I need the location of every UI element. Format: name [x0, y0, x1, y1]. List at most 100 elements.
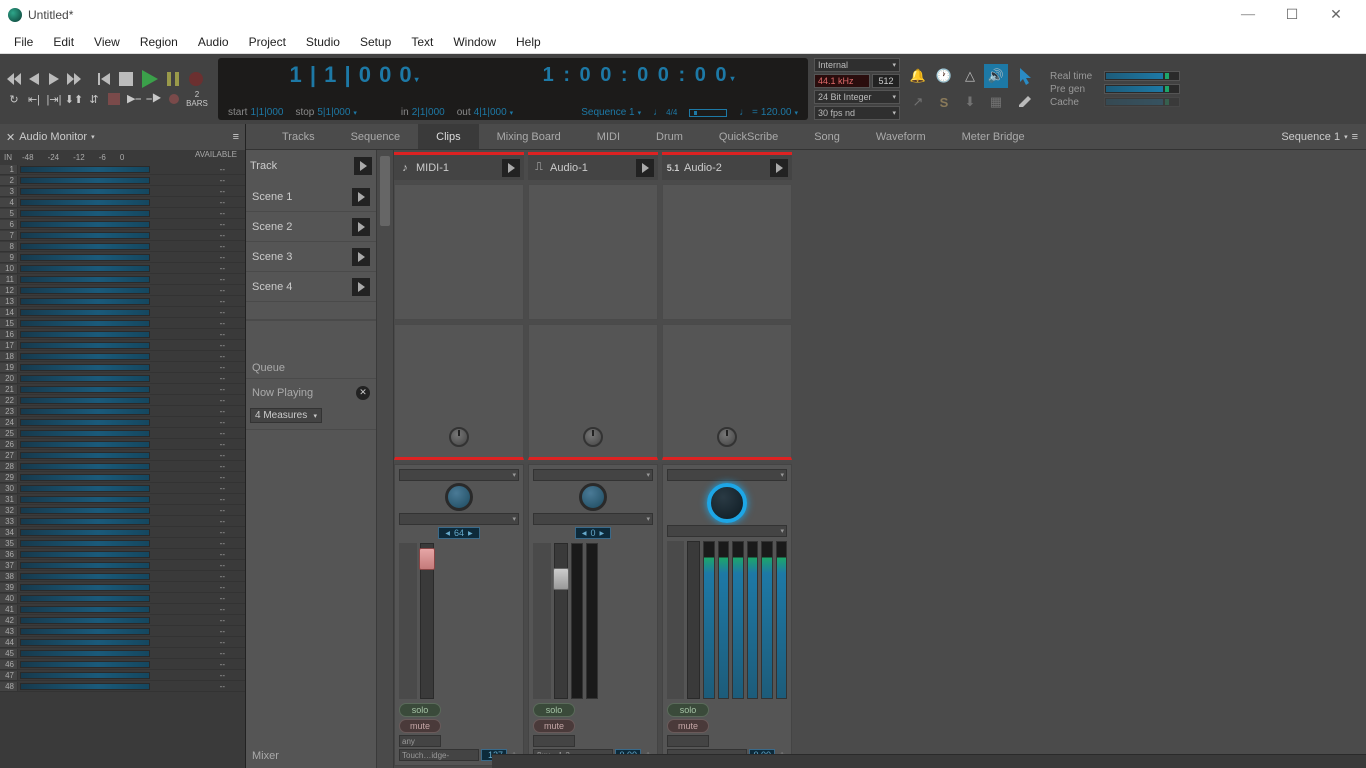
- mode-metronome-icon[interactable]: △: [958, 64, 982, 88]
- tab-quickscribe[interactable]: QuickScribe: [701, 124, 796, 149]
- scene-play-button[interactable]: [352, 278, 370, 296]
- measures-select[interactable]: 4 Measures▾: [250, 408, 322, 423]
- pan-knob[interactable]: [579, 483, 607, 511]
- tab-tracks[interactable]: Tracks: [264, 124, 333, 149]
- scene-row[interactable]: Scene 2: [246, 212, 376, 242]
- clip-slot[interactable]: [394, 184, 524, 320]
- close-panel-icon[interactable]: ✕: [6, 131, 15, 144]
- pan-value[interactable]: 64: [438, 527, 479, 539]
- scene-play-button[interactable]: [352, 188, 370, 206]
- track-play-button[interactable]: [636, 159, 654, 177]
- maximize-button[interactable]: ☐: [1270, 0, 1314, 30]
- now-playing-close[interactable]: ✕: [356, 386, 370, 400]
- clip-queue-slot[interactable]: [662, 324, 792, 460]
- track-header-midi1[interactable]: ♪ MIDI-1: [394, 152, 524, 180]
- scene-row-empty[interactable]: [246, 302, 376, 320]
- pencil-tool[interactable]: [1018, 93, 1034, 110]
- menu-project[interactable]: Project: [239, 32, 296, 52]
- record-button[interactable]: [186, 71, 206, 87]
- tab-drum[interactable]: Drum: [638, 124, 701, 149]
- mode-arrow-icon[interactable]: ↗: [906, 90, 930, 114]
- solo-button[interactable]: solo: [399, 703, 441, 717]
- counter-in[interactable]: in 2|1|000: [401, 107, 445, 118]
- tab-sequence[interactable]: Sequence: [333, 124, 419, 149]
- overdub-button[interactable]: ⬇⬆: [66, 91, 82, 107]
- scene-scrollbar[interactable]: [376, 150, 394, 768]
- minimize-button[interactable]: ―: [1226, 0, 1270, 30]
- counter-timesig[interactable]: ♩4/4: [653, 107, 677, 118]
- menu-region[interactable]: Region: [130, 32, 188, 52]
- menu-audio[interactable]: Audio: [188, 32, 239, 52]
- fader[interactable]: [554, 543, 568, 699]
- mode-grid-icon[interactable]: ▦: [984, 90, 1008, 114]
- automation-mode[interactable]: any: [399, 735, 441, 747]
- fader[interactable]: [687, 541, 700, 699]
- scene-row[interactable]: Scene 1: [246, 182, 376, 212]
- menu-text[interactable]: Text: [401, 32, 443, 52]
- menu-window[interactable]: Window: [443, 32, 506, 52]
- counter-sub[interactable]: 1 : 0 0 : 0 0 : 0 0▾: [543, 64, 737, 87]
- track-header-audio2[interactable]: 5.1 Audio-2: [662, 152, 792, 180]
- scene-play-button[interactable]: [352, 248, 370, 266]
- strip-insert-select[interactable]: ▾: [399, 513, 519, 525]
- solo-button[interactable]: solo: [533, 703, 575, 717]
- tab-midi[interactable]: MIDI: [579, 124, 638, 149]
- strip-insert-select[interactable]: ▾: [667, 525, 787, 537]
- clip-gain-knob[interactable]: [717, 427, 737, 447]
- counter-sequence[interactable]: Sequence 1▾: [581, 107, 641, 118]
- skip-back-button[interactable]: [96, 71, 112, 87]
- scene-play-all[interactable]: [354, 157, 372, 175]
- track-play-button[interactable]: [502, 159, 520, 177]
- clip-queue-slot[interactable]: [528, 324, 658, 460]
- tab-mixing-board[interactable]: Mixing Board: [479, 124, 579, 149]
- auto-punch-button[interactable]: |⇥|: [46, 91, 62, 107]
- play-button[interactable]: [140, 71, 160, 87]
- pointer-tool[interactable]: [1018, 68, 1034, 89]
- mode-clock-icon[interactable]: 🕐: [932, 64, 956, 88]
- tempo-slider[interactable]: [689, 109, 727, 117]
- tab-meter-bridge[interactable]: Meter Bridge: [944, 124, 1043, 149]
- strip-input-select[interactable]: ▾: [533, 469, 653, 481]
- strip-input-select[interactable]: ▾: [399, 469, 519, 481]
- surround-pan-knob[interactable]: [707, 483, 747, 523]
- buffer-size[interactable]: 512: [872, 74, 900, 88]
- clip-gain-knob[interactable]: [583, 427, 603, 447]
- tab-waveform[interactable]: Waveform: [858, 124, 944, 149]
- mute-button[interactable]: mute: [533, 719, 575, 733]
- auto-rewind-button[interactable]: ⇤|: [26, 91, 42, 107]
- clip-gain-knob[interactable]: [449, 427, 469, 447]
- clip-slot[interactable]: [662, 184, 792, 320]
- fps-select[interactable]: 30 fps nd▾: [814, 106, 900, 120]
- counter-start[interactable]: start 1|1|000: [228, 107, 283, 118]
- slave-sync-button[interactable]: ▶⎯: [126, 91, 142, 107]
- scene-play-button[interactable]: [352, 218, 370, 236]
- menu-setup[interactable]: Setup: [350, 32, 401, 52]
- track-play-button[interactable]: [770, 159, 788, 177]
- fader-handle[interactable]: [553, 568, 569, 590]
- scene-row[interactable]: Scene 4: [246, 272, 376, 302]
- pan-knob[interactable]: [445, 483, 473, 511]
- tab-song[interactable]: Song: [796, 124, 858, 149]
- menu-studio[interactable]: Studio: [296, 32, 350, 52]
- audio-monitor-dropdown[interactable]: ▾: [91, 133, 95, 141]
- pan-value[interactable]: 0: [575, 527, 611, 539]
- fader[interactable]: [420, 543, 434, 699]
- menu-edit[interactable]: Edit: [43, 32, 84, 52]
- mode-bell-icon[interactable]: 🔔: [906, 64, 930, 88]
- ffwd-button[interactable]: [66, 71, 82, 87]
- clip-slot[interactable]: [528, 184, 658, 320]
- bars-button[interactable]: 2BARS: [186, 91, 208, 107]
- mute-button[interactable]: mute: [667, 719, 709, 733]
- loop-button[interactable]: ↻: [6, 91, 22, 107]
- sequence-selector[interactable]: Sequence 1▾≡: [1273, 124, 1366, 149]
- sample-rate-select[interactable]: 44.1 kHz: [814, 74, 870, 88]
- menu-help[interactable]: Help: [506, 32, 551, 52]
- solo-button[interactable]: solo: [667, 703, 709, 717]
- scene-row[interactable]: Scene 3: [246, 242, 376, 272]
- step-back-button[interactable]: [26, 71, 42, 87]
- automation-mode[interactable]: [667, 735, 709, 747]
- mute-button[interactable]: mute: [399, 719, 441, 733]
- link-button[interactable]: ⇵: [86, 91, 102, 107]
- step-fwd-button[interactable]: [46, 71, 62, 87]
- scrollbar-thumb[interactable]: [380, 156, 390, 226]
